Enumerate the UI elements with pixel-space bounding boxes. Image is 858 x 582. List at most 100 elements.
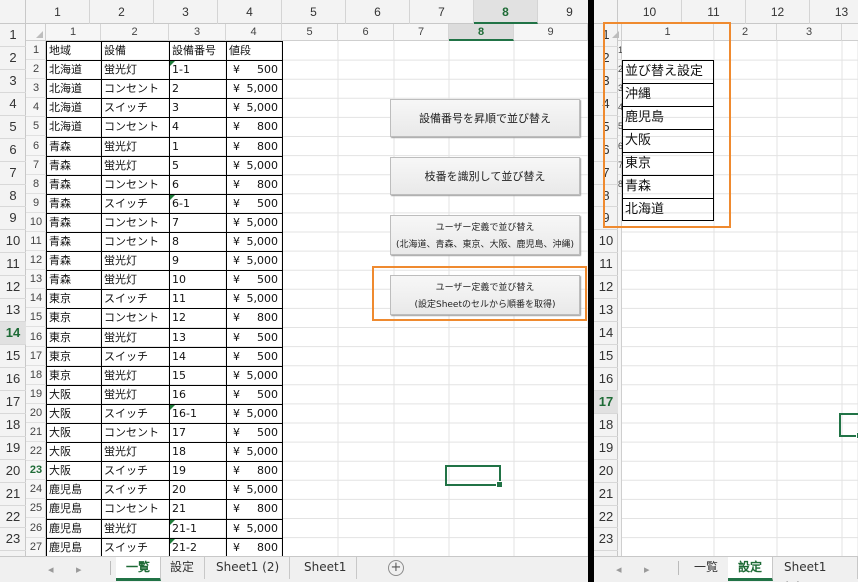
outer-row-header-23[interactable]: 23 [594,528,618,552]
inner-column-header-3[interactable]: 3 [777,24,842,41]
outer-select-all-corner[interactable] [0,0,26,24]
inner-row-header-11[interactable]: 11 [26,232,46,252]
outer-row-header-2[interactable]: 2 [594,47,618,70]
custom-sort-from-sheet-button[interactable]: ユーザー定義で並び替え (設定Sheetのセルから順番を取得) [390,275,580,315]
outer-row-header-4[interactable]: 4 [594,93,618,116]
outer-column-header-8[interactable]: 8 [474,0,538,24]
inner-row-header-14[interactable]: 14 [26,289,46,309]
inner-row-header-13[interactable]: 13 [26,270,46,290]
outer-row-header-5[interactable]: 5 [594,116,618,139]
outer-row-header-19[interactable]: 19 [0,437,26,460]
inner-row-header-17[interactable]: 17 [26,347,46,366]
inner-row-header-4[interactable]: 4 [26,98,46,118]
inner-column-header-8[interactable]: 8 [449,24,514,41]
outer-row-header-4[interactable]: 4 [0,93,26,116]
inner-column-header-2[interactable]: 2 [714,24,777,41]
outer-column-header-9[interactable]: 9 [538,0,588,24]
outer-row-header-22[interactable]: 22 [0,506,26,529]
outer-row-header-13[interactable]: 13 [0,299,26,323]
outer-column-header-7[interactable]: 7 [410,0,474,24]
inner-row-header-19[interactable]: 19 [26,385,46,404]
outer-row-header-8[interactable]: 8 [0,185,26,208]
inner-row-header-16[interactable]: 16 [26,328,46,347]
inner-row-header-25[interactable]: 25 [26,499,46,519]
inner-row-header-8[interactable]: 8 [26,175,46,194]
inner-column-header-1[interactable]: 1 [46,24,101,41]
inner-select-all-corner[interactable] [26,24,46,41]
outer-row-header-6[interactable]: 6 [594,139,618,162]
outer-row-header-15[interactable]: 15 [0,345,26,368]
inner-row-header-6[interactable]: 6 [26,137,46,156]
outer-row-header-14[interactable]: 14 [594,322,618,346]
inner-row-header-24[interactable]: 24 [26,480,46,500]
inner-row-header-18[interactable]: 18 [26,366,46,385]
inner-column-header-2[interactable]: 2 [101,24,169,41]
sheet-tab-settings[interactable]: 設定 [728,557,774,581]
outer-row-header-20[interactable]: 20 [0,460,26,483]
tab-scroll-left-icon[interactable]: ◂ [616,563,622,576]
inner-column-header-5[interactable]: 5 [282,24,338,41]
inner-column-header-7[interactable]: 7 [394,24,449,41]
outer-column-header-12[interactable]: 12 [746,0,810,24]
outer-column-header-5[interactable]: 5 [282,0,346,24]
inner-row-header-3[interactable]: 3 [26,79,46,99]
selected-cell[interactable] [445,465,503,488]
outer-column-header-6[interactable]: 6 [346,0,410,24]
inner-row-header-23[interactable]: 23 [26,461,46,481]
tab-scroll-right-icon[interactable]: ▸ [76,563,82,576]
outer-row-header-19[interactable]: 19 [594,437,618,460]
inner-column-header-3[interactable]: 3 [169,24,226,41]
outer-row-header-16[interactable]: 16 [594,368,618,391]
outer-column-header-4[interactable]: 4 [218,0,282,24]
inner-column-header-9[interactable]: 9 [514,24,588,41]
outer-row-header-15[interactable]: 15 [594,345,618,368]
inner-row-header-15[interactable]: 15 [26,308,46,328]
sheet-tab-sheet1-2[interactable]: Sheet1 (2) [774,557,858,582]
inner-row-header-27[interactable]: 27 [26,538,46,557]
outer-row-header-12[interactable]: 12 [0,276,26,300]
selected-cell[interactable] [839,413,858,439]
inner-column-header-6[interactable]: 6 [338,24,394,41]
sheet-tab-list[interactable]: 一覧 [684,557,730,579]
outer-row-header-13[interactable]: 13 [594,299,618,323]
outer-column-header-3[interactable]: 3 [154,0,218,24]
outer-row-header-14[interactable]: 14 [0,322,26,346]
outer-row-header-6[interactable]: 6 [0,139,26,162]
outer-row-header-21[interactable]: 21 [594,483,618,506]
outer-row-header-3[interactable]: 3 [0,70,26,93]
outer-row-header-3[interactable]: 3 [594,70,618,93]
outer-row-header-1[interactable]: 1 [0,24,26,47]
inner-row-header-21[interactable]: 21 [26,423,46,443]
inner-row-header-26[interactable]: 26 [26,519,46,538]
inner-row-header-7[interactable]: 7 [26,156,46,175]
inner-column-header-1[interactable]: 1 [622,24,714,41]
outer-row-header-11[interactable]: 11 [594,253,618,277]
outer-row-header-16[interactable]: 16 [0,368,26,391]
sort-branch-number-button[interactable]: 枝番を識別して並び替え [390,157,580,195]
outer-column-header-2[interactable]: 2 [90,0,154,24]
outer-row-header-10[interactable]: 10 [594,230,618,254]
inner-row-header-10[interactable]: 10 [26,213,46,232]
outer-row-header-21[interactable]: 21 [0,483,26,506]
inner-column-header-4[interactable]: 4 [226,24,282,41]
outer-row-header-22[interactable]: 22 [594,506,618,529]
outer-row-header-7[interactable]: 7 [594,162,618,185]
outer-column-header-10[interactable]: 10 [618,0,682,24]
outer-column-header-13[interactable]: 13 [810,0,858,24]
sheet-tab-list[interactable]: 一覧 [116,557,162,581]
sheet-tab-settings[interactable]: 設定 [160,557,206,579]
inner-row-header-22[interactable]: 22 [26,442,46,462]
add-sheet-icon[interactable]: + [388,560,404,576]
inner-row-header-2[interactable]: 2 [26,60,46,80]
outer-row-header-18[interactable]: 18 [0,414,26,437]
sheet-tab-sheet1-2[interactable]: Sheet1 (2) [206,557,291,579]
inner-row-header-1[interactable]: 1 [26,41,46,61]
tab-scroll-right-icon[interactable]: ▸ [644,563,650,576]
inner-row-header-20[interactable]: 20 [26,404,46,423]
outer-row-header-12[interactable]: 12 [594,276,618,300]
outer-select-all-corner[interactable] [594,0,618,24]
outer-row-header-11[interactable]: 11 [0,253,26,277]
outer-row-header-10[interactable]: 10 [0,230,26,254]
inner-row-header-12[interactable]: 12 [26,251,46,271]
sheet-tab-sheet1[interactable]: Sheet1 [294,557,358,579]
